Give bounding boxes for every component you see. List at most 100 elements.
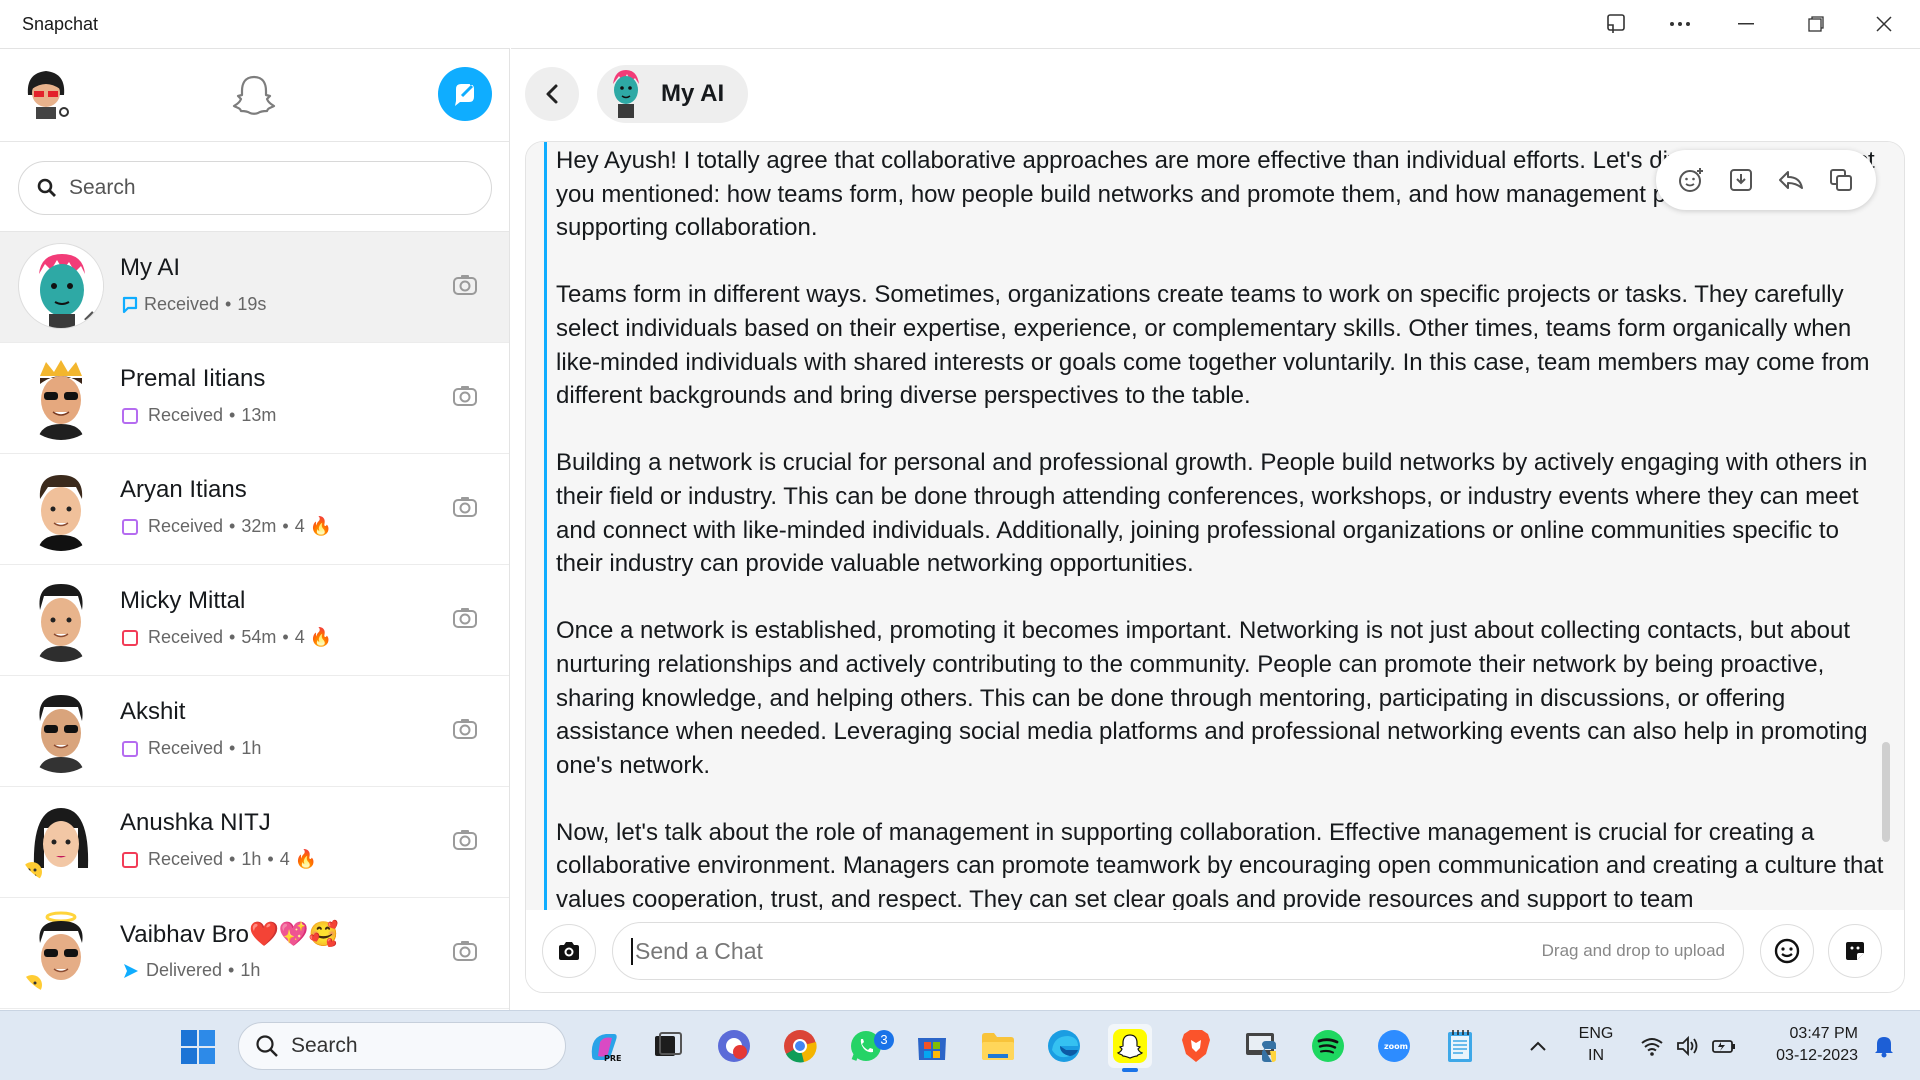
svg-text:PRE: PRE <box>604 1054 622 1063</box>
task-view-icon[interactable] <box>646 1024 690 1068</box>
separator: • <box>229 738 236 758</box>
profile-avatar[interactable] <box>20 65 72 121</box>
snap-received-icon <box>122 407 138 424</box>
chat-status: Delivered • 1h <box>122 960 260 981</box>
chat-status: Received • 54m • 4 🔥 <box>122 627 332 648</box>
add-reaction-icon[interactable] <box>1671 160 1711 200</box>
cast-icon[interactable] <box>1596 8 1636 40</box>
notepad-icon[interactable] <box>1438 1024 1482 1068</box>
camera-icon[interactable] <box>450 272 480 300</box>
copy-icon[interactable] <box>1821 160 1861 200</box>
camera-icon[interactable] <box>450 716 480 744</box>
camera-icon[interactable] <box>450 605 480 633</box>
search-input[interactable] <box>69 176 449 200</box>
chat-card: Hey Ayush! I totally agree that collabor… <box>525 141 1905 993</box>
edge-icon[interactable] <box>1042 1024 1086 1068</box>
chat-name: Premal Iitians <box>120 365 266 392</box>
sidebar-search[interactable] <box>18 161 492 215</box>
message-paragraph: Now, let's talk about the role of manage… <box>556 818 1884 910</box>
camera-button[interactable] <box>542 924 596 978</box>
chat-list: My AI Received • 19s Premal Iitians Rece… <box>0 232 509 1009</box>
new-chat-button[interactable] <box>438 67 492 121</box>
svg-text:zoom: zoom <box>1384 1042 1408 1051</box>
scrollbar[interactable] <box>1882 742 1890 842</box>
streak-count: 4 🔥 <box>294 627 333 647</box>
brave-icon[interactable] <box>1174 1024 1218 1068</box>
chat-input-field[interactable]: Drag and drop to upload <box>612 922 1744 980</box>
separator: • <box>225 294 232 314</box>
python-idle-icon[interactable] <box>1240 1024 1284 1068</box>
taskbar: Search PRE 3 zoom ENG IN 03:47 PM 03-12-… <box>0 1010 1920 1080</box>
snapchat-taskbar-icon[interactable] <box>1108 1024 1152 1072</box>
active-indicator <box>1122 1068 1138 1072</box>
clock-date: 03-12-2023 <box>1776 1047 1858 1064</box>
chat-time: 1h <box>240 960 261 980</box>
chat-status-text: Received <box>148 405 224 425</box>
snap-received-icon <box>122 851 138 868</box>
emoji-button[interactable] <box>1760 924 1814 978</box>
chat-header: My AI <box>511 49 1920 141</box>
chrome-icon[interactable] <box>778 1024 822 1068</box>
camera-icon[interactable] <box>450 494 480 522</box>
restore-button[interactable] <box>1796 8 1836 40</box>
chevron-up-icon[interactable] <box>1516 1024 1560 1068</box>
chat-item-premal-iitians[interactable]: Premal Iitians Received • 13m <box>0 343 509 454</box>
message-area: Hey Ayush! I totally agree that collabor… <box>526 142 1904 910</box>
message-paragraph: Once a network is established, promoting… <box>556 617 1868 779</box>
snap-received-icon <box>122 740 138 757</box>
camera-icon[interactable] <box>450 827 480 855</box>
message-body: Hey Ayush! I totally agree that collabor… <box>556 144 1886 910</box>
sticker-icon <box>1846 942 1864 960</box>
chat-status: Received • 13m <box>122 405 276 426</box>
more-options-icon[interactable] <box>1660 8 1700 40</box>
minimize-button[interactable] <box>1726 8 1766 40</box>
chat-name: Aryan Itians <box>120 476 247 503</box>
chat-item-micky-mittal[interactable]: Micky Mittal Received • 54m • 4 🔥 <box>0 565 509 676</box>
zoom-icon[interactable]: zoom <box>1372 1024 1416 1068</box>
chat-item-akshit[interactable]: Akshit Received • 1h <box>0 676 509 787</box>
chat-title-pill[interactable]: My AI <box>597 65 749 123</box>
microsoft-store-icon[interactable] <box>910 1024 954 1068</box>
streak-count: 4 🔥 <box>294 516 333 536</box>
avatar <box>18 576 104 662</box>
windows-start-icon[interactable] <box>180 1029 216 1065</box>
camera-icon[interactable] <box>450 383 480 411</box>
save-message-icon[interactable] <box>1721 160 1761 200</box>
avatar <box>18 354 104 440</box>
clock[interactable]: 03:47 PM 03-12-2023 <box>1760 1023 1858 1067</box>
battery-icon[interactable] <box>1702 1024 1746 1068</box>
avatar <box>18 798 104 884</box>
chat-input[interactable] <box>631 937 1542 965</box>
taskbar-search[interactable]: Search <box>238 1022 566 1070</box>
search-icon <box>256 1035 278 1057</box>
snapchat-ghost-icon[interactable] <box>230 71 278 119</box>
chat-name: Micky Mittal <box>120 587 246 614</box>
whatsapp-badge: 3 <box>874 1030 894 1050</box>
input-language[interactable]: ENG IN <box>1574 1023 1618 1067</box>
sticker-button[interactable] <box>1828 924 1882 978</box>
spotify-icon[interactable] <box>1306 1024 1350 1068</box>
region-code: IN <box>1588 1047 1604 1064</box>
chat-name: Akshit <box>120 698 186 725</box>
smiley-icon <box>1774 938 1800 964</box>
notification-bell-icon[interactable] <box>1862 1024 1906 1068</box>
close-button[interactable] <box>1864 8 1904 40</box>
whatsapp-icon[interactable]: 3 <box>844 1024 894 1068</box>
copilot-icon[interactable]: PRE <box>582 1024 626 1068</box>
sidebar-header <box>0 49 509 141</box>
back-button[interactable] <box>525 67 579 121</box>
chat-item-aryan-itians[interactable]: Aryan Itians Received • 32m • 4 🔥 <box>0 454 509 565</box>
chat-item-anushka-nitj[interactable]: Anushka NITJ Received • 1h • 4 🔥 <box>0 787 509 898</box>
snap-received-icon <box>122 629 138 646</box>
chat-item-my-ai[interactable]: My AI Received • 19s <box>0 232 509 343</box>
chat-title: My AI <box>661 80 725 107</box>
chat-item-vaibhav-bro[interactable]: Vaibhav Bro❤️💖🥰 Delivered • 1h <box>0 898 509 1009</box>
avatar <box>613 70 639 118</box>
chat-status-text: Delivered <box>146 960 223 980</box>
avatar <box>18 465 104 551</box>
file-explorer-icon[interactable] <box>976 1024 1020 1068</box>
reply-icon[interactable] <box>1771 160 1811 200</box>
camera-icon[interactable] <box>450 938 480 966</box>
message-toolbar <box>1656 150 1876 210</box>
app-icon[interactable] <box>712 1024 756 1068</box>
